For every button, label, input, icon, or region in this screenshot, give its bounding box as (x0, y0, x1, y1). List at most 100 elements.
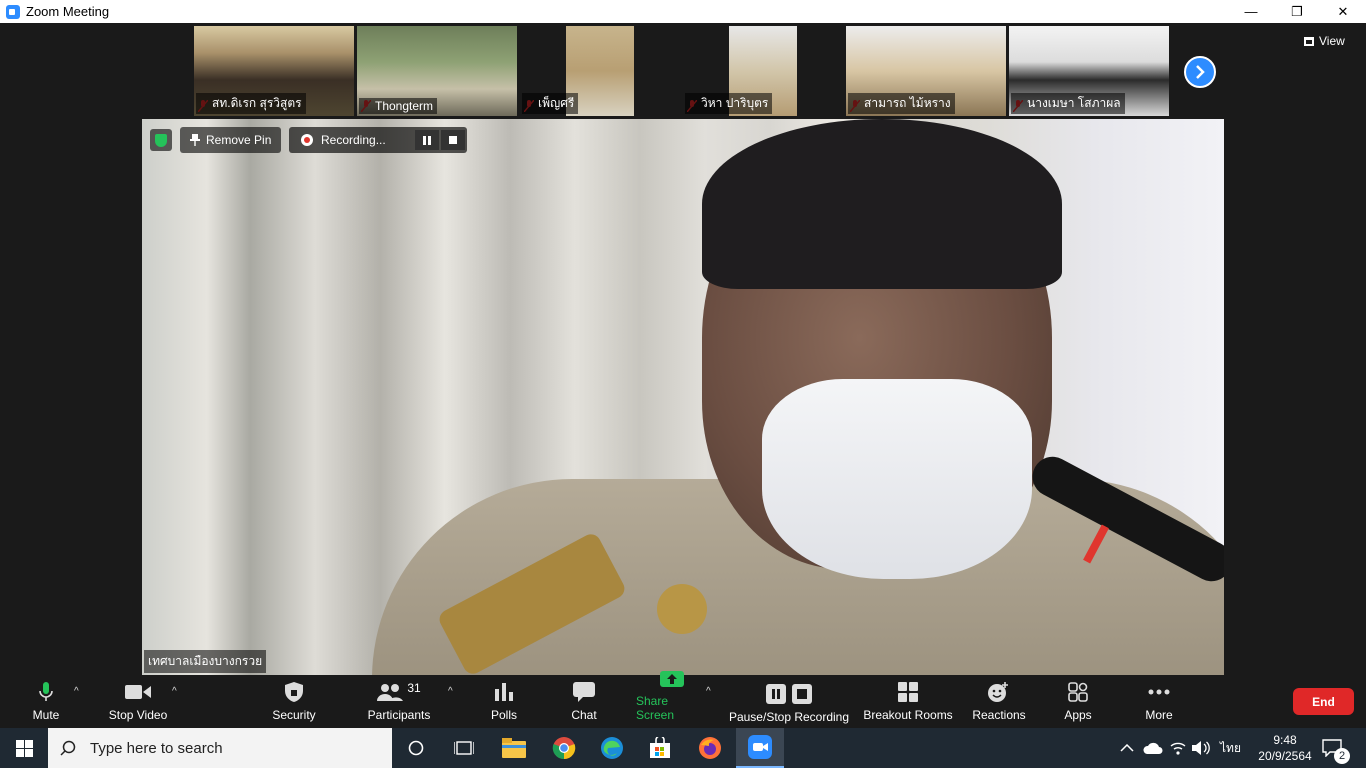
polls-button[interactable]: Polls (488, 676, 520, 728)
speaker-icon (1192, 741, 1210, 755)
pause-stop-recording-button[interactable]: Pause/Stop Recording (728, 676, 850, 728)
start-button[interactable] (0, 728, 48, 768)
participants-button[interactable]: 31 Participants (366, 676, 432, 728)
breakout-rooms-button[interactable]: Breakout Rooms (862, 676, 954, 728)
participant-name: สามารถ ไม้หราง (848, 93, 955, 114)
windows-taskbar: Type here to search ไทย 9:48 20/9/2564 2 (0, 728, 1366, 768)
firefox-icon (699, 737, 721, 759)
zoom-taskbar-button[interactable] (736, 728, 784, 768)
file-explorer-button[interactable] (490, 728, 538, 768)
restore-button[interactable]: ❐ (1274, 0, 1320, 23)
security-button[interactable]: Security (268, 676, 320, 728)
polls-bar-chart-icon (495, 683, 513, 701)
action-center-button[interactable]: 2 (1322, 728, 1350, 768)
next-page-button[interactable] (1184, 56, 1216, 88)
taskbar-search-box[interactable]: Type here to search (48, 728, 392, 768)
reactions-button[interactable]: Reactions (970, 676, 1028, 728)
firefox-button[interactable] (686, 728, 734, 768)
taskbar-clock[interactable]: 9:48 20/9/2564 (1245, 732, 1325, 764)
window-title: Zoom Meeting (26, 4, 110, 19)
shield-icon (285, 682, 303, 702)
share-screen-arrow-icon (660, 671, 684, 687)
chat-label: Chat (571, 708, 597, 722)
apps-icon (1068, 682, 1088, 702)
participant-thumbnail[interactable]: สามารถ ไม้หราง (846, 26, 1006, 116)
participant-thumbnail[interactable]: นางเมษา โสภาผล (1009, 26, 1169, 116)
remove-pin-button[interactable]: Remove Pin (180, 127, 282, 153)
participant-thumbnail[interactable]: วิหา ปาริบุตร (683, 26, 843, 116)
close-button[interactable]: ✕ (1320, 0, 1366, 23)
participants-options-caret-icon[interactable]: ^ (448, 686, 453, 697)
participant-thumbnail[interactable]: Thongterm (357, 26, 517, 116)
video-camera-icon (125, 685, 151, 699)
input-language-button[interactable]: ไทย (1220, 728, 1241, 768)
encryption-shield-icon[interactable] (150, 129, 172, 151)
show-hidden-icons-button[interactable] (1120, 728, 1134, 768)
participant-name: วิหา ปาริบุตร (685, 93, 773, 114)
task-view-icon (454, 741, 474, 755)
chrome-button[interactable] (540, 728, 588, 768)
speaker-name: เทศบาลเมืองบางกรวย (144, 650, 267, 673)
remove-pin-label: Remove Pin (206, 133, 272, 147)
view-grid-icon (1304, 36, 1314, 46)
chat-button[interactable]: Chat (568, 676, 600, 728)
stop-video-button[interactable]: Stop Video (106, 676, 170, 728)
share-screen-button[interactable]: Share Screen (636, 671, 708, 728)
cloud-icon (1143, 742, 1163, 754)
view-button[interactable]: View (1304, 34, 1345, 48)
microphone-icon (39, 682, 53, 701)
wifi-icon (1170, 742, 1186, 755)
search-placeholder: Type here to search (90, 739, 223, 757)
pause-recording-button[interactable] (415, 130, 439, 150)
participant-name: เพ็ญศรี (522, 93, 579, 114)
recording-indicator: Recording... (289, 127, 467, 153)
participant-thumbnail[interactable]: เพ็ญศรี (520, 26, 680, 116)
cortana-button[interactable] (392, 728, 440, 768)
input-language-label: ไทย (1220, 740, 1241, 755)
view-label: View (1319, 34, 1345, 48)
more-label: More (1145, 708, 1173, 722)
edge-button[interactable] (588, 728, 636, 768)
microsoft-store-button[interactable] (636, 728, 684, 768)
apps-button[interactable]: Apps (1062, 676, 1094, 728)
end-meeting-button[interactable]: End (1293, 688, 1354, 715)
smiley-add-icon (988, 682, 1008, 702)
stop-icon (449, 136, 457, 144)
more-button[interactable]: More (1142, 676, 1176, 728)
task-view-button[interactable] (440, 728, 488, 768)
share-options-caret-icon[interactable]: ^ (706, 686, 711, 697)
mute-label: Mute (32, 708, 60, 722)
breakout-rooms-label: Breakout Rooms (863, 708, 953, 722)
stop-recording-button[interactable] (441, 130, 465, 150)
participants-count: 31 (407, 681, 421, 695)
meeting-toolbar: Mute ^ Stop Video ^ Security 31 Particip… (0, 671, 1366, 728)
cortana-circle-icon (408, 740, 424, 756)
recording-label: Recording... (321, 133, 386, 147)
participant-name: สท.ดิเรก สุรวิสูตร (196, 93, 306, 114)
participant-thumbnail[interactable]: สท.ดิเรก สุรวิสูตร (194, 26, 354, 116)
zoom-app-icon (748, 735, 772, 759)
zoom-logo-icon (6, 4, 20, 19)
store-bag-icon (650, 737, 670, 758)
notification-count-badge: 2 (1334, 748, 1350, 764)
participant-name: Thongterm (359, 98, 438, 114)
audio-options-caret-icon[interactable]: ^ (74, 686, 79, 697)
pause-icon (423, 135, 431, 145)
network-button[interactable] (1170, 728, 1186, 768)
participant-name: นางเมษา โสภาผล (1011, 93, 1125, 114)
clock-time: 9:48 (1273, 733, 1297, 747)
minimize-button[interactable]: — (1228, 0, 1274, 23)
reactions-label: Reactions (972, 708, 1026, 722)
more-dots-icon (1148, 689, 1170, 695)
mute-button[interactable]: Mute (26, 676, 66, 728)
onedrive-button[interactable] (1143, 728, 1163, 768)
clock-date: 20/9/2564 (1258, 749, 1312, 763)
search-icon (60, 740, 76, 756)
windows-logo-icon (15, 739, 33, 757)
volume-button[interactable] (1192, 728, 1210, 768)
video-options-caret-icon[interactable]: ^ (172, 686, 177, 697)
share-screen-label: Share Screen (636, 694, 675, 722)
pin-icon (190, 134, 200, 146)
chrome-icon (552, 737, 576, 760)
meeting-stage: สท.ดิเรก สุรวิสูตร Thongterm เพ็ญศรี วิห… (0, 23, 1366, 676)
